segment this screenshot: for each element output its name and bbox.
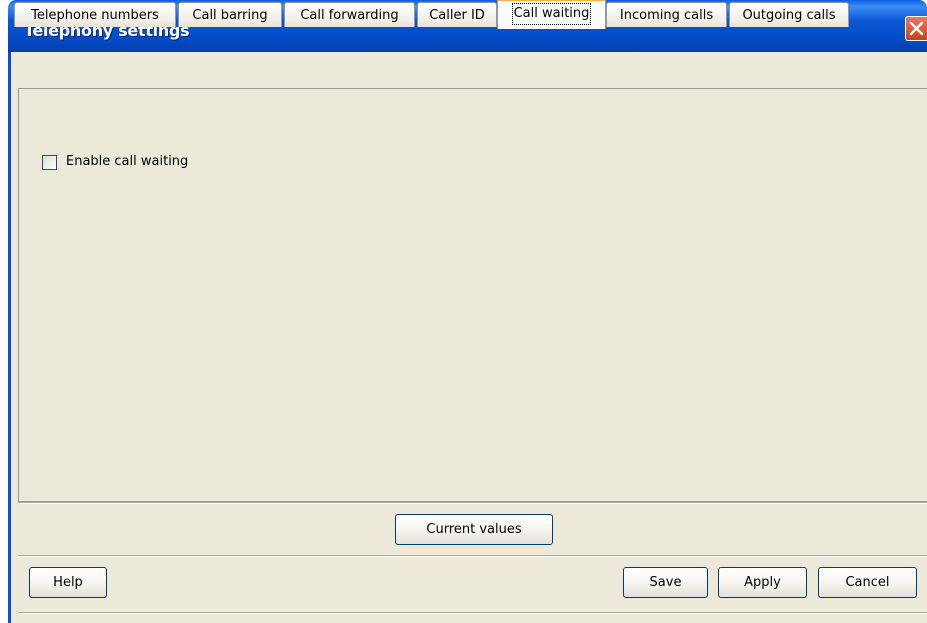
divider bbox=[18, 555, 927, 557]
tab-call-waiting[interactable]: Call waiting bbox=[497, 0, 606, 29]
cancel-button[interactable]: Cancel bbox=[818, 567, 917, 598]
tab-label: Call barring bbox=[192, 8, 268, 23]
tab-call-forwarding[interactable]: Call forwarding bbox=[284, 2, 415, 27]
tab-label: Call forwarding bbox=[300, 8, 399, 23]
save-button[interactable]: Save bbox=[623, 567, 708, 598]
tab-label: Call waiting bbox=[511, 3, 592, 25]
call-waiting-panel bbox=[18, 88, 927, 502]
tab-label: Outgoing calls bbox=[742, 8, 836, 23]
telephony-settings-window: Telephony settings Telephone numbers Cal… bbox=[0, 0, 927, 623]
help-button[interactable]: Help bbox=[29, 567, 107, 598]
tab-call-barring[interactable]: Call barring bbox=[178, 2, 282, 27]
tab-outgoing-calls[interactable]: Outgoing calls bbox=[729, 2, 849, 27]
enable-call-waiting-checkbox[interactable] bbox=[42, 155, 57, 170]
tab-caller-id[interactable]: Caller ID bbox=[417, 2, 497, 27]
tab-telephone-numbers[interactable]: Telephone numbers bbox=[14, 2, 176, 27]
tab-label: Caller ID bbox=[429, 8, 485, 23]
close-button[interactable] bbox=[905, 16, 927, 41]
apply-button[interactable]: Apply bbox=[718, 567, 807, 598]
current-values-button[interactable]: Current values bbox=[395, 514, 553, 545]
bottom-border bbox=[18, 612, 927, 614]
enable-call-waiting-label: Enable call waiting bbox=[66, 154, 189, 169]
tab-label: Incoming calls bbox=[619, 8, 714, 23]
divider bbox=[18, 502, 927, 504]
tab-incoming-calls[interactable]: Incoming calls bbox=[606, 2, 727, 27]
window-left-border bbox=[8, 52, 11, 623]
tab-label: Telephone numbers bbox=[31, 8, 159, 23]
close-icon bbox=[909, 21, 924, 36]
